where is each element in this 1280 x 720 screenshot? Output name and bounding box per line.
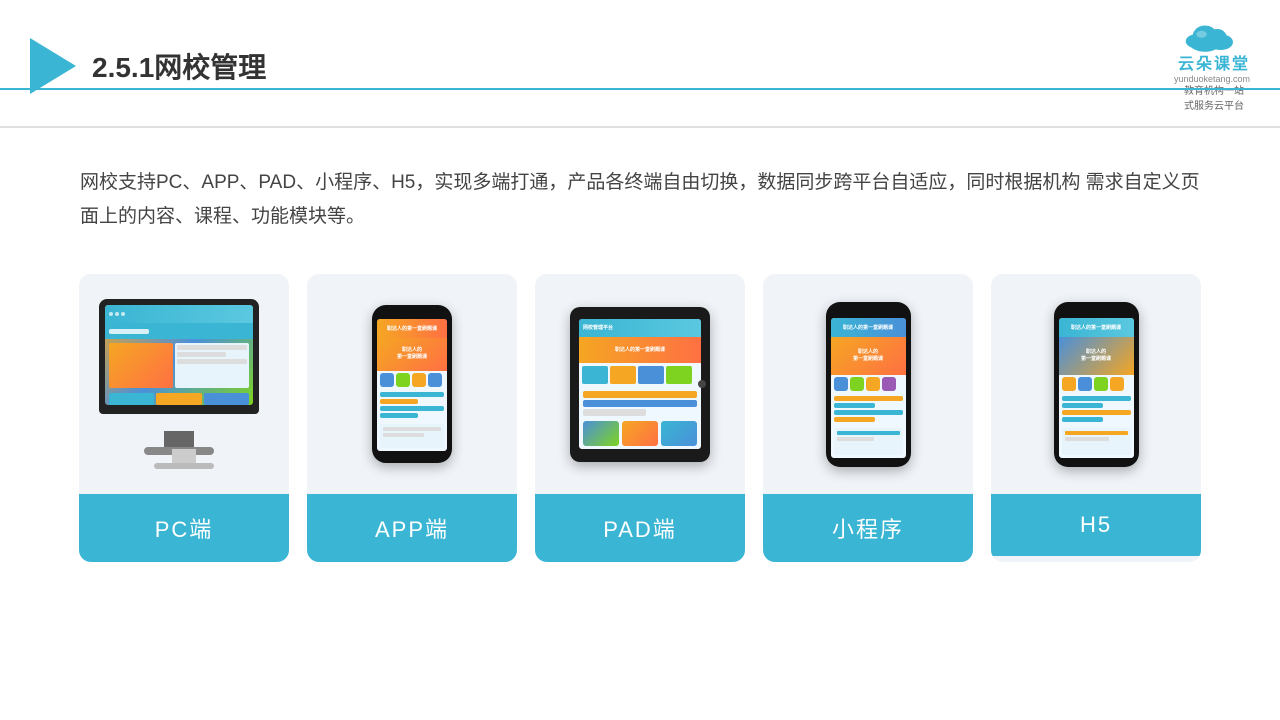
brand-logo: 云朵课堂 yunduoketang.com 教育机构一站 式服务云平台 bbox=[1174, 18, 1250, 114]
brand-domain: yunduoketang.com bbox=[1174, 74, 1250, 84]
card-pc-image bbox=[79, 274, 289, 494]
cards-container: PC端 职达人的第一堂刷题课 职达人的第一堂刷题课 bbox=[0, 254, 1280, 562]
card-h5: 职达人的第一堂刷题课 职达人的第一堂刷题课 bbox=[991, 274, 1201, 562]
header-left: 2.5.1网校管理 bbox=[30, 38, 266, 94]
card-pc-label: PC端 bbox=[79, 494, 289, 562]
card-pc: PC端 bbox=[79, 274, 289, 562]
pad-tablet-mockup: 网校管理平台 职达人的第一堂刷题课 bbox=[570, 307, 710, 462]
card-app-label: APP端 bbox=[307, 494, 517, 562]
pc-mockup bbox=[99, 299, 269, 469]
card-app: 职达人的第一堂刷题课 职达人的第一堂刷题课 bbox=[307, 274, 517, 562]
header-divider bbox=[0, 88, 1280, 90]
card-mini-image: 职达人的第一堂刷题课 职达人的第一堂刷题课 bbox=[763, 274, 973, 494]
logo-triangle-icon bbox=[30, 38, 76, 94]
card-h5-label: H5 bbox=[991, 494, 1201, 556]
card-app-image: 职达人的第一堂刷题课 职达人的第一堂刷题课 bbox=[307, 274, 517, 494]
card-h5-image: 职达人的第一堂刷题课 职达人的第一堂刷题课 bbox=[991, 274, 1201, 494]
card-pad: 网校管理平台 职达人的第一堂刷题课 bbox=[535, 274, 745, 562]
cloud-icon bbox=[1177, 18, 1247, 54]
description-text: 网校支持PC、APP、PAD、小程序、H5，实现多端打通，产品各终端自由切换，数… bbox=[0, 128, 1280, 254]
brand-name: 云朵课堂 bbox=[1178, 50, 1250, 74]
card-pad-image: 网校管理平台 职达人的第一堂刷题课 bbox=[535, 274, 745, 494]
card-mini-label: 小程序 bbox=[763, 494, 973, 562]
mini-phone-mockup: 职达人的第一堂刷题课 职达人的第一堂刷题课 bbox=[826, 302, 911, 467]
app-phone-mockup: 职达人的第一堂刷题课 职达人的第一堂刷题课 bbox=[372, 305, 452, 463]
header-right: 云朵课堂 yunduoketang.com 教育机构一站 式服务云平台 bbox=[1174, 18, 1250, 114]
page-title: 2.5.1网校管理 bbox=[92, 46, 266, 86]
h5-phone-mockup: 职达人的第一堂刷题课 职达人的第一堂刷题课 bbox=[1054, 302, 1139, 467]
card-pad-label: PAD端 bbox=[535, 494, 745, 562]
header: 2.5.1网校管理 云朵课堂 yunduoketang.com 教育机构一站 式… bbox=[0, 0, 1280, 128]
card-mini: 职达人的第一堂刷题课 职达人的第一堂刷题课 bbox=[763, 274, 973, 562]
